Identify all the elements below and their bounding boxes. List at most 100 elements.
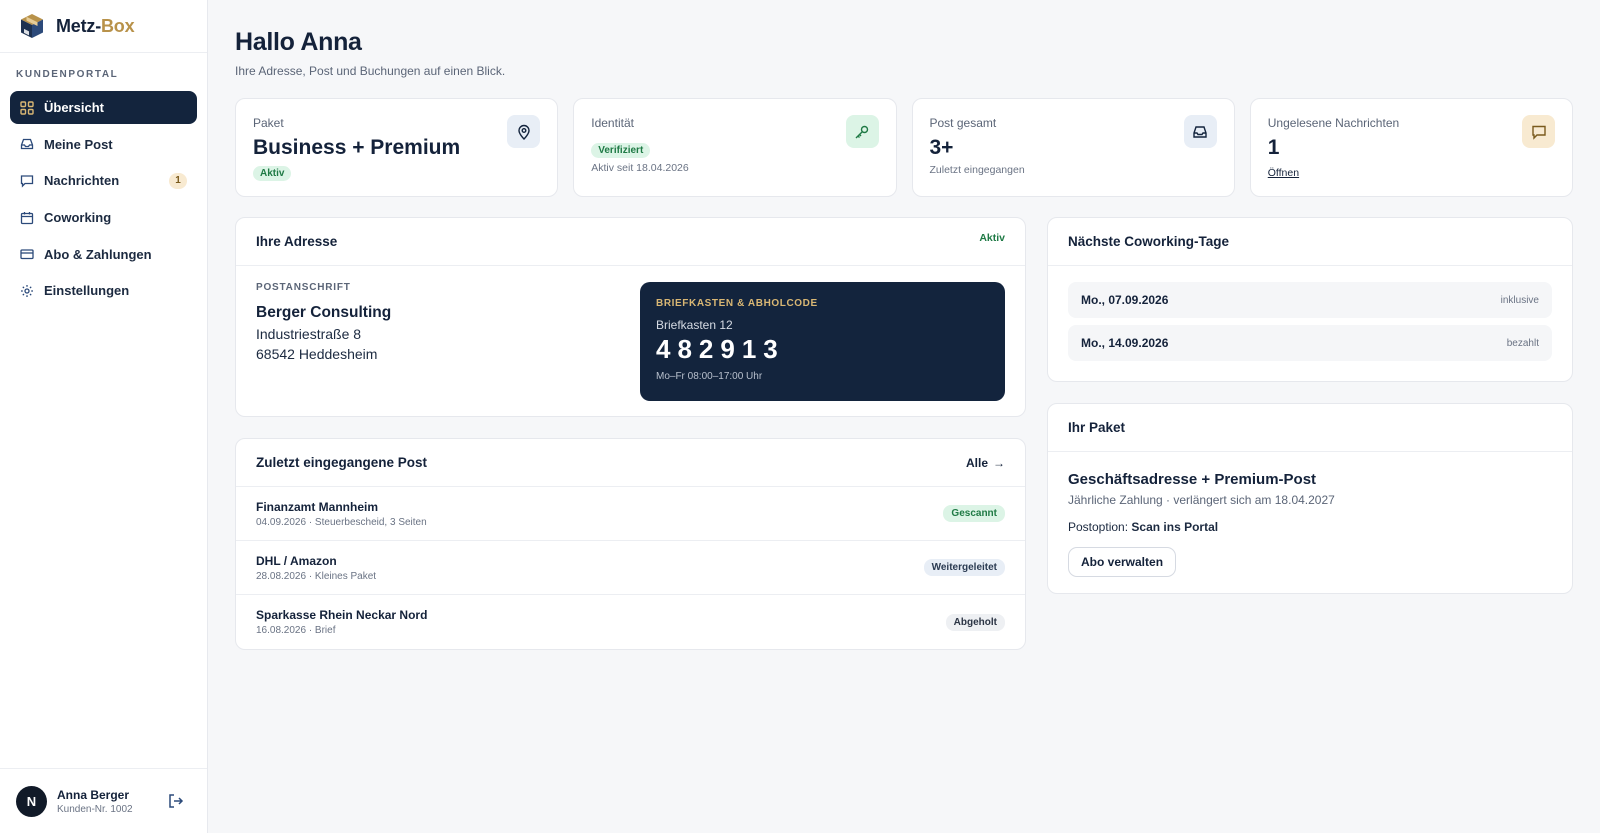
sidebar-item-label: Nachrichten [44, 173, 120, 189]
stats-row: Paket Business + Premium Aktiv Identität… [235, 98, 1573, 197]
pickup-code: 482913 [656, 334, 785, 364]
mailbox-label: BRIEFKASTEN & ABHOLCODE [656, 298, 818, 309]
stat-value: 1 [1267, 136, 1280, 159]
post-option-value: Scan ins Portal [1131, 520, 1219, 534]
sidebar-item-messages[interactable]: Nachrichten 1 [10, 164, 197, 197]
manage-subscription-button[interactable]: Abo verwalten [1068, 547, 1177, 577]
sidebar-item-label: Meine Post [44, 136, 113, 152]
day-tag: bezahlt [1506, 337, 1539, 349]
address-card: Ihre Adresse Aktiv POSTANSCHRIFT Berger … [235, 217, 1026, 417]
card-header: Zuletzt eingegangene Post Alle → [236, 439, 1025, 487]
day-date: Mo., 14.09.2026 [1081, 336, 1169, 350]
message-icon [1522, 115, 1555, 148]
grid-icon [20, 100, 34, 115]
opening-hours: Mo–Fr 08:00–17:00 Uhr [656, 371, 763, 382]
post-meta: 28.08.2026 · Kleines Paket [256, 570, 377, 582]
card-header: Nächste Coworking-Tage [1048, 218, 1572, 266]
main-content: Hallo Anna Ihre Adresse, Post und Buchun… [208, 0, 1600, 833]
open-messages-link[interactable]: Öffnen [1268, 167, 1299, 179]
mailbox-name: Briefkasten 12 [656, 318, 733, 332]
avatar[interactable]: N [16, 785, 47, 817]
inbox-icon [20, 137, 34, 151]
user-name: Anna Berger [57, 787, 130, 802]
sidebar-item-settings[interactable]: Einstellungen [10, 274, 197, 307]
stat-label: Paket [253, 116, 284, 130]
stat-sub: Zuletzt eingegangen [929, 164, 1025, 176]
coworking-list: Mo., 07.09.2026 inklusive Mo., 14.09.202… [1048, 266, 1572, 381]
calendar-icon [20, 211, 34, 225]
stat-label: Ungelesene Nachrichten [1267, 116, 1400, 130]
post-meta: 16.08.2026 · Brief [256, 625, 336, 636]
card-header: Ihr Paket [1048, 404, 1572, 452]
post-sender: DHL / Amazon [256, 553, 337, 568]
stat-sub: Aktiv seit 18.04.2026 [591, 162, 689, 174]
inbox-icon [1183, 115, 1217, 148]
stat-value: 3+ [929, 136, 954, 159]
day-tag: inklusive [1500, 294, 1539, 306]
page-title: Hallo Anna [235, 28, 362, 56]
sidebar-item-coworking[interactable]: Coworking [10, 201, 197, 234]
sidebar-item-label: Einstellungen [44, 283, 130, 299]
brand-name: Metz-Box [56, 15, 135, 36]
company-name: Berger Consulting [256, 304, 392, 321]
customer-number: Kunden-Nr. 1002 [57, 803, 133, 815]
left-column: Ihre Adresse Aktiv POSTANSCHRIFT Berger … [235, 217, 1026, 650]
stat-label: Post gesamt [929, 116, 997, 130]
package-name: Geschäftsadresse + Premium-Post [1068, 471, 1317, 488]
location-pin-icon [507, 115, 541, 148]
city: 68542 Heddesheim [256, 346, 378, 362]
sidebar-item-label: Übersicht [44, 100, 104, 115]
post-row[interactable]: Finanzamt Mannheim 04.09.2026 · Steuerbe… [236, 487, 1025, 541]
user-info: Anna Berger Kunden-Nr. 1002 [57, 788, 133, 815]
stat-card-identity[interactable]: Identität Verifiziert Aktiv seit 18.04.2… [573, 98, 897, 197]
postal-caption: POSTANSCHRIFT [256, 282, 351, 293]
street: Industriestraße 8 [256, 326, 362, 342]
package-card: Ihr Paket Geschäftsadresse + Premium-Pos… [1047, 403, 1573, 594]
card-title: Ihr Paket [1068, 420, 1126, 435]
post-row[interactable]: DHL / Amazon 28.08.2026 · Kleines Paket … [236, 541, 1025, 595]
page-subtitle: Ihre Adresse, Post und Buchungen auf ein… [235, 64, 506, 78]
address-body: POSTANSCHRIFT Berger Consulting Industri… [236, 266, 1025, 416]
package-billing: Jährliche Zahlung · verlängert sich am 1… [1068, 493, 1335, 507]
card-header: Ihre Adresse Aktiv [236, 218, 1025, 266]
card-title: Zuletzt eingegangene Post [256, 455, 428, 470]
unread-badge: 1 [169, 172, 187, 189]
user-panel: N Anna Berger Kunden-Nr. 1002 [0, 768, 207, 833]
status-badge: Abgeholt [945, 613, 1005, 631]
sidebar-nav: Übersicht Meine Post Nachrichten 1 Cowor… [0, 91, 207, 307]
logout-icon[interactable] [167, 792, 185, 810]
status-badge: Aktiv [253, 166, 292, 181]
post-option: Postoption: Scan ins Portal [1068, 520, 1219, 534]
brand[interactable]: Metz-Box [0, 0, 207, 53]
right-column: Nächste Coworking-Tage Mo., 07.09.2026 i… [1047, 217, 1573, 650]
content-grid: Ihre Adresse Aktiv POSTANSCHRIFT Berger … [235, 217, 1573, 650]
key-icon [845, 115, 879, 148]
sidebar-item-overview[interactable]: Übersicht [10, 91, 197, 124]
sidebar-item-billing[interactable]: Abo & Zahlungen [10, 238, 197, 271]
stat-card-unread[interactable]: Ungelesene Nachrichten 1 Öffnen [1249, 98, 1573, 197]
credit-card-icon [20, 247, 34, 261]
mailbox-code-card: BRIEFKASTEN & ABHOLCODE Briefkasten 12 4… [640, 282, 1005, 401]
postal-address: POSTANSCHRIFT Berger Consulting Industri… [256, 282, 640, 399]
status-badge: Aktiv [979, 232, 1005, 244]
post-sender: Sparkasse Rhein Neckar Nord [256, 608, 428, 622]
coworking-day[interactable]: Mo., 07.09.2026 inklusive [1068, 282, 1552, 318]
day-date: Mo., 07.09.2026 [1081, 293, 1169, 307]
sidebar-item-my-post[interactable]: Meine Post [10, 128, 197, 161]
view-all-link[interactable]: Alle → [966, 456, 1005, 470]
gear-icon [20, 284, 34, 298]
post-sender: Finanzamt Mannheim [256, 499, 379, 514]
status-badge: Weitergeleitet [923, 559, 1005, 576]
post-row[interactable]: Sparkasse Rhein Neckar Nord 16.08.2026 ·… [236, 595, 1025, 649]
coworking-day[interactable]: Mo., 14.09.2026 bezahlt [1068, 325, 1552, 361]
package-body: Geschäftsadresse + Premium-Post Jährlich… [1048, 452, 1572, 593]
stat-value: Business + Premium [253, 136, 461, 159]
sidebar-item-label: Abo & Zahlungen [44, 246, 152, 262]
section-label: KUNDENPORTAL [16, 69, 119, 80]
stat-card-post-total[interactable]: Post gesamt 3+ Zuletzt eingegangen [911, 98, 1235, 197]
status-badge: Gescannt [943, 505, 1005, 522]
card-title: Nächste Coworking-Tage [1068, 234, 1230, 249]
message-icon [20, 174, 34, 188]
sidebar: Metz-Box KUNDENPORTAL Übersicht Meine Po… [0, 0, 208, 833]
stat-card-package[interactable]: Paket Business + Premium Aktiv [235, 98, 559, 197]
